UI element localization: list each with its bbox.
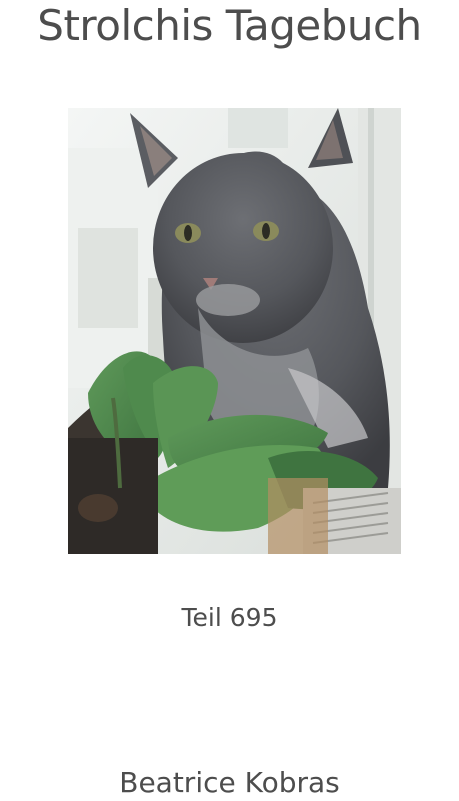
author-name: Beatrice Kobras bbox=[119, 766, 340, 799]
cover-photo bbox=[68, 108, 401, 554]
book-title: Strolchis Tagebuch bbox=[37, 1, 422, 50]
volume-label: Teil 695 bbox=[181, 603, 278, 632]
cat-with-orchid-photo bbox=[68, 108, 401, 554]
